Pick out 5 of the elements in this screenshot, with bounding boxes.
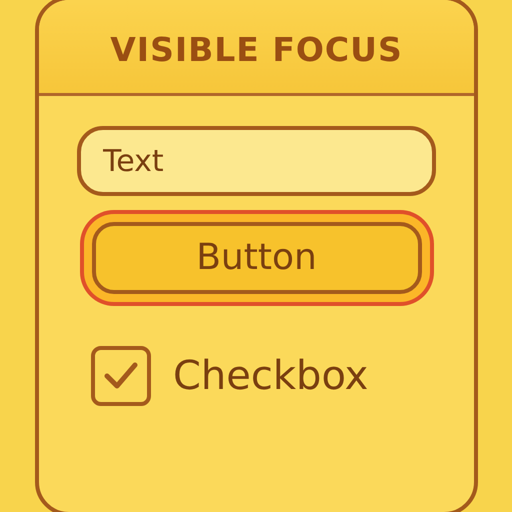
- card-title: VISIBLE FOCUS: [110, 28, 403, 71]
- check-icon: [103, 361, 139, 391]
- checkbox-label: Checkbox: [173, 352, 368, 401]
- text-field[interactable]: Text: [77, 126, 436, 196]
- checkbox[interactable]: [91, 346, 151, 406]
